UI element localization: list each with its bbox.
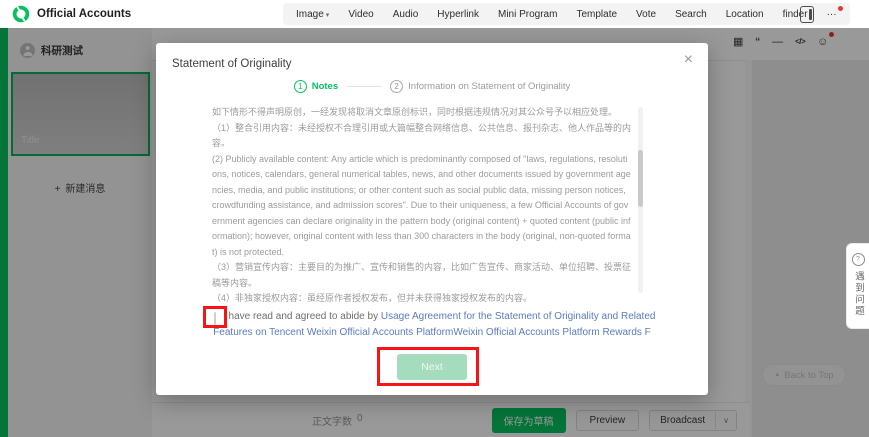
step-connector: [347, 86, 381, 87]
rewards-agreement-link[interactable]: Weixin Official Accounts Platform Reward…: [453, 327, 650, 338]
notice-paragraph: 如下情形不得声明原创，一经发现将取消文章原创标识，同时根据违规情况对其公众号予以…: [212, 105, 632, 121]
step-2-circle: 2: [390, 80, 403, 93]
step-1-circle: 1: [294, 80, 307, 93]
notice-paragraph: （3）营销宣传内容：主要目的为推广、宣传和销售的内容，比如广告宣传、商家活动、单…: [212, 260, 632, 291]
dialog-scrollbar-thumb[interactable]: [638, 150, 643, 207]
step-notes: 1 Notes: [294, 80, 338, 93]
collapse-panel-icon[interactable]: [800, 6, 814, 23]
notice-paragraph: （1）整合引用内容：未经授权不合理引用或大篇幅整合网络信息、公共信息、报刊杂志、…: [212, 121, 632, 152]
chevron-down-icon: ▾: [326, 12, 330, 19]
nav-image[interactable]: Image▾: [296, 9, 329, 20]
official-accounts-logo: [12, 5, 30, 23]
agreement-checkbox-wrap: [209, 311, 221, 323]
help-label: 遇到问题: [851, 271, 865, 317]
question-icon: ?: [852, 253, 865, 266]
notice-paragraph: (2) Publicly available content: Any arti…: [212, 152, 632, 261]
next-button[interactable]: Next: [397, 354, 467, 380]
dialog-title: Statement of Originality: [172, 58, 292, 70]
nav-more[interactable]: ···: [827, 9, 837, 20]
nav-template[interactable]: Template: [576, 9, 617, 20]
nav-audio[interactable]: Audio: [393, 9, 419, 20]
notification-dot: [838, 6, 843, 11]
nav-search[interactable]: Search: [675, 9, 707, 20]
nav-hyperlink[interactable]: Hyperlink: [437, 9, 479, 20]
statement-of-originality-dialog: Statement of Originality × 1 Notes 2 Inf…: [156, 43, 708, 395]
agreement-text: have read and agreed to abide by: [229, 311, 381, 322]
insert-toolbar: Image▾ Video Audio Hyperlink Mini Progra…: [283, 3, 850, 25]
notes-text: 如下情形不得声明原创，一经发现将取消文章原创标识，同时根据违规情况对其公众号予以…: [212, 105, 632, 302]
nav-location[interactable]: Location: [726, 9, 764, 20]
agreement-row: have read and agreed to abide by Usage A…: [197, 309, 667, 341]
help-widget[interactable]: ? 遇到问题: [846, 243, 869, 329]
step-2-label: Information on Statement of Originality: [408, 81, 570, 92]
dialog-scrollbar-track[interactable]: [638, 107, 643, 293]
next-button-wrap: Next: [397, 354, 467, 380]
nav-video[interactable]: Video: [348, 9, 373, 20]
stepper: 1 Notes 2 Information on Statement of Or…: [156, 80, 708, 93]
app-title: Official Accounts: [37, 8, 131, 20]
top-header: Official Accounts Image▾ Video Audio Hyp…: [0, 0, 869, 28]
close-icon[interactable]: ×: [684, 52, 693, 68]
step-1-label: Notes: [312, 81, 338, 92]
agreement-checkbox[interactable]: [214, 312, 216, 325]
nav-vote[interactable]: Vote: [636, 9, 656, 20]
step-information: 2 Information on Statement of Originalit…: [390, 80, 570, 93]
notice-paragraph: （4）非独家授权内容：虽经原作者授权发布，但并未获得独家授权发布的内容。: [212, 291, 632, 302]
nav-mini-program[interactable]: Mini Program: [498, 9, 557, 20]
